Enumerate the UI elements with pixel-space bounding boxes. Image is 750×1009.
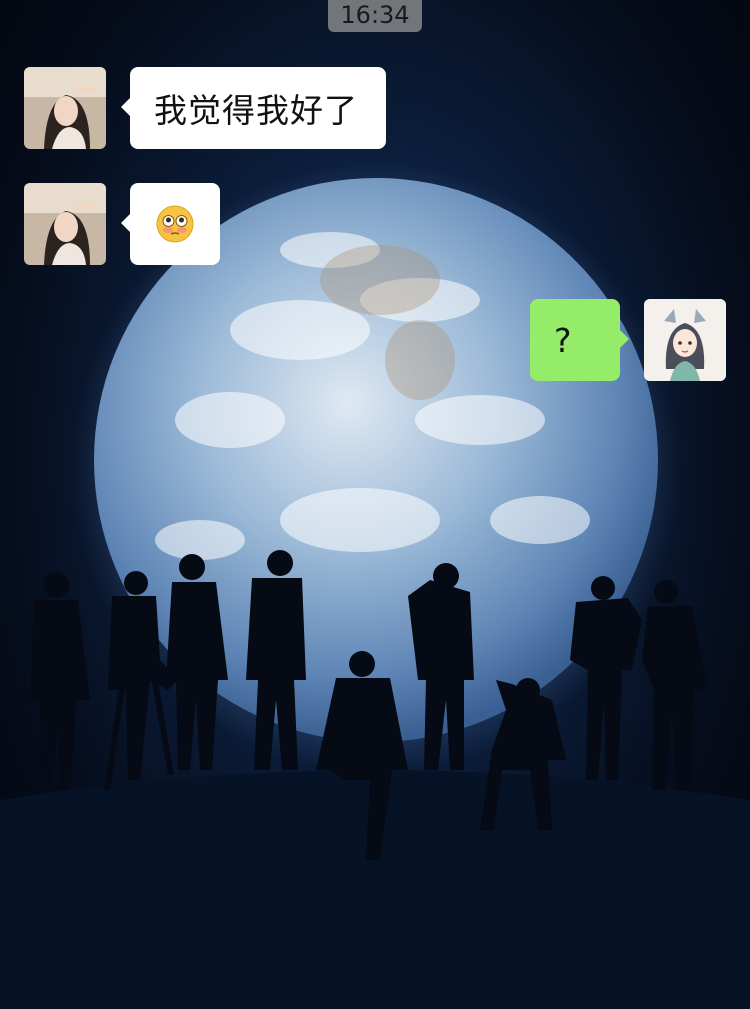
self-avatar[interactable] [644,299,726,381]
contact-avatar[interactable] [24,183,106,265]
flushed-face-emoji-icon [156,205,194,243]
woman-avatar-icon [24,67,106,149]
time-stamp: 16:34 [328,0,422,32]
message-text: 我觉得我好了 [154,91,358,130]
message-text: ? [554,320,573,360]
outgoing-message-bubble[interactable]: ? [530,299,629,381]
incoming-message-bubble[interactable]: 我觉得我好了 [121,67,386,149]
woman-avatar-icon [24,183,106,265]
chat-wallpaper [0,163,750,1009]
anime-girl-avatar-icon [644,299,726,381]
incoming-emoji-bubble[interactable] [121,183,220,265]
contact-avatar[interactable] [24,67,106,149]
